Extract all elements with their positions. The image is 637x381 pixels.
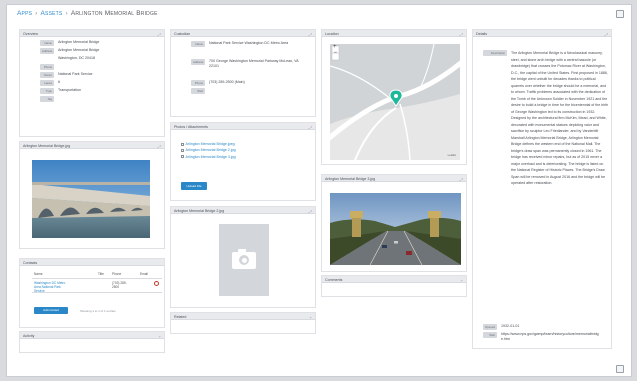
field-label: Phone: [40, 64, 54, 70]
expand-icon[interactable]: ⤢: [158, 144, 161, 149]
field-value: Transportation: [58, 88, 82, 92]
field-label: Owner: [40, 72, 54, 78]
expand-icon[interactable]: ⤢: [460, 177, 463, 182]
attachments-panel: Photos / Attachments ⤢ Arlington Memorial…: [170, 122, 316, 201]
photo2-panel: Arlington Memorial Bridge 2.jpg ⤢: [170, 206, 316, 308]
field-label: Web: [483, 332, 497, 338]
related-panel: Related +: [170, 312, 316, 334]
collapse-icon[interactable]: [616, 365, 624, 373]
file-item[interactable]: Arlington Memorial Bridge 2.jpg: [181, 148, 236, 152]
checkbox-icon: [181, 142, 184, 146]
expand-icon[interactable]: ⤢: [605, 32, 608, 37]
field-label: Opened: [483, 324, 497, 330]
image-placeholder[interactable]: [219, 224, 269, 296]
location-panel: Location ⤢ + − Leaflet: [321, 29, 467, 165]
opened-date: 1932-01-01: [501, 324, 520, 328]
comments-panel: Comments +: [321, 275, 467, 297]
field-value: Washington, DC 20418: [58, 56, 96, 60]
panel-header: Details ⤢: [473, 30, 611, 37]
col-title: Title: [98, 272, 104, 276]
field-label: Phone: [191, 80, 205, 86]
expand-icon[interactable]: ⤢: [460, 32, 463, 37]
panel-header: Arlington Memorial Bridge 3.jpg ⤢: [322, 175, 466, 182]
panel-header: Photos / Attachments ⤢: [171, 123, 315, 130]
field-value: 700 George Washington Memorial Parkway M…: [209, 59, 299, 69]
expand-icon[interactable]: ⤢: [309, 32, 312, 37]
paging-info: Showing 1 to 1 of 1 entries: [80, 309, 116, 313]
field-label: Name: [40, 40, 54, 46]
checkbox-icon: [181, 155, 184, 159]
field-label: Address: [191, 59, 205, 65]
breadcrumb-current: Arlington Memorial Bridge: [70, 10, 158, 17]
map-attribution[interactable]: Leaflet: [448, 153, 456, 157]
web-link[interactable]: https://www.nps.gov/gwmp/learn/historycu…: [501, 332, 599, 342]
field-value: (703) 289-2500 (Main): [209, 80, 245, 84]
panel-header: Arlington Memorial Bridge 2.jpg ⤢: [171, 207, 315, 214]
file-list: Arlington Memorial Bridge.jpeg Arlington…: [181, 142, 236, 161]
main-photo-panel: Arlington Memorial Bridge.jpg ⤢: [19, 141, 165, 249]
description-text: The Arlington Memorial Bridge is a Neocl…: [511, 51, 609, 185]
bridge-photo[interactable]: [32, 160, 150, 238]
breadcrumb: Apps › Assets › Arlington Memorial Bridge: [17, 10, 158, 17]
panel-header: Comments +: [322, 276, 466, 283]
field-value: 6: [58, 80, 60, 84]
photo3-panel: Arlington Memorial Bridge 3.jpg ⤢: [321, 174, 467, 272]
camera-icon: [232, 249, 256, 269]
panel-header: Activity +: [20, 332, 164, 339]
panel-header: Location ⤢: [322, 30, 466, 37]
gear-icon[interactable]: ⤢: [158, 32, 161, 37]
zoom-out-button[interactable]: −: [334, 50, 338, 56]
app-window: Apps › Assets › Arlington Memorial Bridge Ov…: [6, 4, 632, 377]
field-label: Web: [191, 88, 205, 94]
custodian-panel: Custodian ⤢ Name National Park Service Was…: [170, 29, 316, 117]
field-label: Tag: [40, 96, 54, 102]
upload-file-button[interactable]: Upload File: [181, 182, 207, 190]
breadcrumb-apps[interactable]: Apps: [17, 10, 32, 17]
panel-header: Custodian ⤢: [171, 30, 315, 37]
field-value: National Park Service Washington DC Metr…: [209, 41, 289, 45]
field-label: Name: [191, 41, 205, 47]
overview-panel: Overview ⤢ Name Arlington Memorial Bridge …: [19, 29, 165, 137]
contact-phone: (703) 289-2500: [112, 281, 127, 289]
col-name: Name: [34, 272, 43, 276]
field-label: Description: [483, 50, 507, 56]
checkbox-icon: [181, 148, 184, 152]
remove-icon[interactable]: [154, 281, 159, 286]
panel-header: Related +: [171, 313, 315, 320]
add-icon[interactable]: +: [461, 278, 463, 283]
file-item[interactable]: Arlington Memorial Bridge.jpeg: [181, 142, 236, 146]
field-value: Arlington Memorial Bridge: [58, 48, 100, 52]
panel-header: Arlington Memorial Bridge.jpg ⤢: [20, 142, 164, 149]
add-icon[interactable]: +: [310, 315, 312, 320]
panel-header: Overview ⤢: [20, 30, 164, 37]
activity-panel: Activity +: [19, 331, 165, 353]
field-label: Type: [40, 88, 54, 94]
breadcrumb-assets[interactable]: Assets: [41, 10, 63, 17]
add-contact-button[interactable]: Add contact: [34, 307, 68, 314]
add-icon[interactable]: +: [159, 334, 161, 339]
panel-header: Contacts: [20, 259, 164, 266]
expand-icon[interactable]: [616, 10, 624, 18]
field-value: National Park Service: [58, 72, 93, 76]
col-email: Email: [140, 272, 148, 276]
contacts-panel: Contacts Name Title Phone Email Washingt…: [19, 258, 165, 328]
bridge-road-photo[interactable]: [330, 193, 461, 265]
field-value: Arlington Memorial Bridge: [58, 40, 100, 44]
field-label: Lanes: [40, 80, 54, 86]
file-item[interactable]: Arlington Memorial Bridge 3.jpg: [181, 155, 236, 159]
expand-icon[interactable]: ⤢: [309, 125, 312, 130]
expand-icon[interactable]: ⤢: [309, 209, 312, 214]
location-map[interactable]: [330, 44, 460, 160]
field-label: Address: [40, 48, 54, 54]
col-phone: Phone: [112, 272, 122, 276]
notes-panel: Details ⤢ Description The Arlington Memor…: [472, 29, 612, 349]
